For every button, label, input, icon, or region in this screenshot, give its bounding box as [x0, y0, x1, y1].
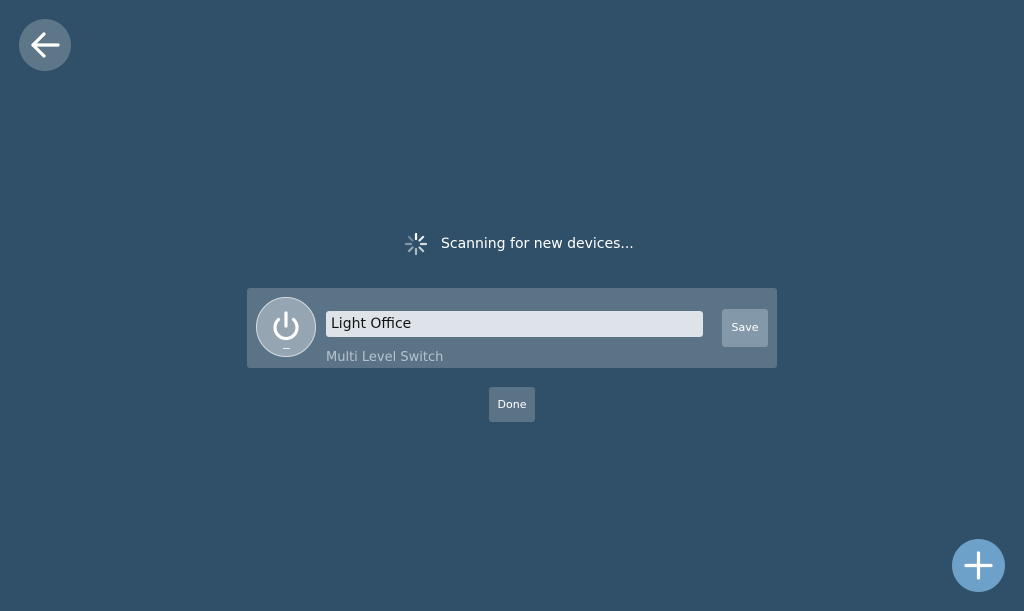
device-name-input[interactable] [326, 311, 703, 337]
scanning-status: Scanning for new devices... [404, 232, 634, 256]
scanning-text: Scanning for new devices... [441, 236, 634, 252]
back-button[interactable] [19, 19, 71, 71]
plus-icon [964, 551, 993, 580]
add-device-screen: Scanning for new devices... Multi Level … [0, 0, 1024, 611]
add-device-button[interactable] [952, 539, 1005, 592]
save-button[interactable]: Save [722, 309, 768, 347]
done-button[interactable]: Done [489, 387, 535, 422]
device-type-label: Multi Level Switch [326, 350, 444, 365]
arrow-left-icon [31, 32, 60, 58]
spinner-icon [404, 232, 428, 256]
device-avatar-indicator [283, 348, 290, 349]
device-avatar[interactable] [256, 297, 316, 357]
device-card: Multi Level Switch Save [247, 288, 777, 368]
